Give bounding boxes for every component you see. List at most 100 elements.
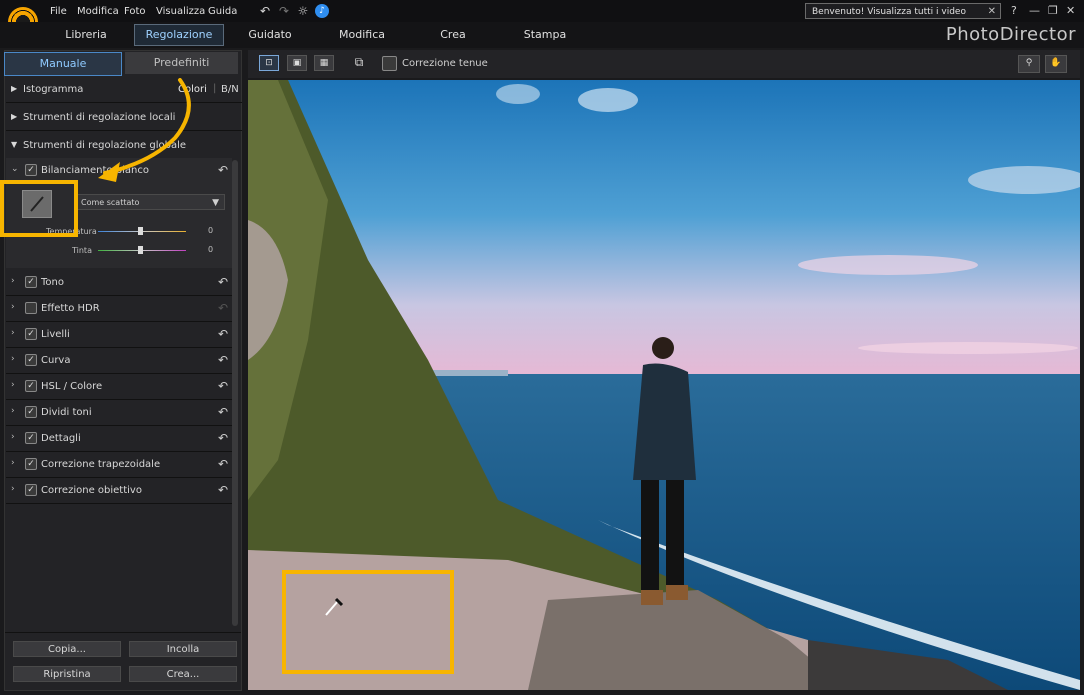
chevron-right-icon: ›	[11, 406, 15, 416]
module-label: Curva	[41, 355, 71, 366]
close-window-button[interactable]: ✕	[1066, 4, 1075, 17]
tab-crea[interactable]: Crea	[430, 25, 476, 45]
module-label: Dividi toni	[41, 407, 92, 418]
brand-title: PhotoDirector	[945, 24, 1076, 45]
reset-icon[interactable]: ↶	[218, 353, 228, 367]
tab-libreria[interactable]: Libreria	[55, 25, 117, 45]
viewer-toolbar	[248, 50, 1080, 78]
callout-arrow	[98, 78, 191, 182]
module-checkbox[interactable]: ✓	[25, 484, 37, 496]
rotate-view-icon[interactable]: ⧉	[349, 55, 369, 71]
tab-stampa[interactable]: Stampa	[518, 25, 572, 45]
module-checkbox[interactable]	[25, 302, 37, 314]
restore-button[interactable]: ❐	[1048, 4, 1058, 17]
temperature-value[interactable]: 0	[208, 226, 213, 235]
menu-modifica[interactable]: Modifica	[77, 6, 119, 17]
tab-guidato[interactable]: Guidato	[240, 25, 300, 45]
reset-icon[interactable]: ↶	[218, 327, 228, 341]
temperature-slider-handle[interactable]	[138, 227, 143, 235]
menu-guida[interactable]: Guida	[208, 6, 237, 17]
panel-divider	[5, 632, 241, 633]
chevron-down-icon: ⌄	[11, 164, 19, 174]
sample-area-highlight-box	[282, 570, 454, 674]
white-balance-preset-value: Come scattato	[81, 198, 140, 207]
chevron-right-icon: ▶	[11, 112, 18, 121]
chevron-right-icon: ›	[11, 458, 15, 468]
settings-icon[interactable]: ☼	[296, 4, 310, 18]
white-balance-preset-select[interactable]: Come scattato ▼	[77, 194, 225, 210]
zoom-icon[interactable]: ⚲	[1018, 55, 1040, 73]
module-dividi-toni[interactable]: › ✓ Dividi toni ↶	[6, 400, 232, 426]
module-hsl[interactable]: › ✓ HSL / Colore ↶	[6, 374, 232, 400]
undo-icon[interactable]: ↶	[258, 4, 272, 18]
reset-all-button[interactable]: Ripristina	[13, 666, 121, 682]
menu-visualizza[interactable]: Visualizza	[156, 6, 205, 17]
copy-button[interactable]: Copia...	[13, 641, 121, 657]
module-checkbox[interactable]: ✓	[25, 432, 37, 444]
tab-modifica[interactable]: Modifica	[331, 25, 393, 45]
module-curva[interactable]: › ✓ Curva ↶	[6, 348, 232, 374]
create-preset-button[interactable]: Crea...	[129, 666, 237, 682]
view-grid-icon[interactable]: ▦	[314, 55, 334, 71]
module-label: Correzione obiettivo	[41, 485, 142, 496]
module-dettagli[interactable]: › ✓ Dettagli ↶	[6, 426, 232, 452]
menu-foto[interactable]: Foto	[124, 6, 146, 17]
tint-value[interactable]: 0	[208, 245, 213, 254]
histogram-bw-toggle[interactable]: B/N	[221, 84, 239, 95]
reset-icon[interactable]: ↶	[218, 405, 228, 419]
module-checkbox[interactable]: ✓	[25, 406, 37, 418]
white-balance-checkbox[interactable]: ✓	[25, 164, 37, 176]
panel-scrollbar[interactable]	[232, 160, 238, 626]
module-label: Correzione trapezoidale	[41, 459, 161, 470]
soft-correction-checkbox[interactable]	[382, 56, 397, 71]
close-icon[interactable]: ✕	[988, 4, 996, 20]
menu-file[interactable]: File	[50, 6, 67, 17]
tint-label: Tinta	[72, 246, 92, 255]
tab-presets[interactable]: Predefiniti	[125, 52, 238, 74]
soft-correction-label: Correzione tenue	[402, 58, 488, 69]
tab-manual[interactable]: Manuale	[4, 52, 122, 76]
chevron-right-icon: ›	[11, 276, 15, 286]
minimize-button[interactable]: —	[1029, 4, 1040, 17]
module-checkbox[interactable]: ✓	[25, 276, 37, 288]
module-checkbox[interactable]: ✓	[25, 328, 37, 340]
chevron-right-icon: ›	[11, 328, 15, 338]
module-checkbox[interactable]: ✓	[25, 354, 37, 366]
picker-highlight-box	[0, 180, 78, 237]
reset-icon[interactable]: ↶	[218, 431, 228, 445]
hand-pan-icon[interactable]: ✋	[1045, 55, 1067, 73]
dropdown-arrow-icon: ▼	[212, 198, 219, 208]
module-hdr[interactable]: › Effetto HDR ↶	[6, 296, 232, 322]
reset-icon[interactable]: ↶	[218, 483, 228, 497]
module-livelli[interactable]: › ✓ Livelli ↶	[6, 322, 232, 348]
module-tono[interactable]: › ✓ Tono ↶	[6, 270, 232, 296]
chevron-right-icon: ›	[11, 354, 15, 364]
tab-regolazione[interactable]: Regolazione	[134, 24, 224, 46]
redo-icon[interactable]: ↷	[277, 4, 291, 18]
module-label: Dettagli	[41, 433, 81, 444]
module-trapezoidale[interactable]: › ✓ Correzione trapezoidale ↶	[6, 452, 232, 478]
chevron-down-icon: ▼	[11, 140, 18, 149]
module-label: Livelli	[41, 329, 70, 340]
reset-icon[interactable]: ↶	[218, 275, 228, 289]
chevron-right-icon: ›	[11, 432, 15, 442]
view-compare-button[interactable]: ⊡	[259, 55, 279, 71]
histogram-label: Istogramma	[23, 84, 84, 95]
reset-icon[interactable]: ↶	[218, 379, 228, 393]
module-checkbox[interactable]: ✓	[25, 380, 37, 392]
tint-slider-handle[interactable]	[138, 246, 143, 254]
help-button[interactable]: ?	[1011, 4, 1017, 17]
module-obiettivo[interactable]: › ✓ Correzione obiettivo ↶	[6, 478, 232, 504]
chevron-right-icon: ›	[11, 380, 15, 390]
view-single-icon[interactable]: ▣	[287, 55, 307, 71]
notification-icon[interactable]: ♪	[315, 4, 329, 18]
chevron-right-icon: ›	[11, 302, 15, 312]
reset-icon: ↶	[217, 301, 228, 315]
module-checkbox[interactable]: ✓	[25, 458, 37, 470]
chevron-right-icon: ▶	[11, 84, 18, 93]
reset-icon[interactable]: ↶	[218, 163, 228, 177]
module-label: Effetto HDR	[41, 303, 100, 314]
tutorial-tip[interactable]: Benvenuto! Visualizza tutti i video tuto…	[805, 3, 1001, 33]
paste-button[interactable]: Incolla	[129, 641, 237, 657]
reset-icon[interactable]: ↶	[218, 457, 228, 471]
